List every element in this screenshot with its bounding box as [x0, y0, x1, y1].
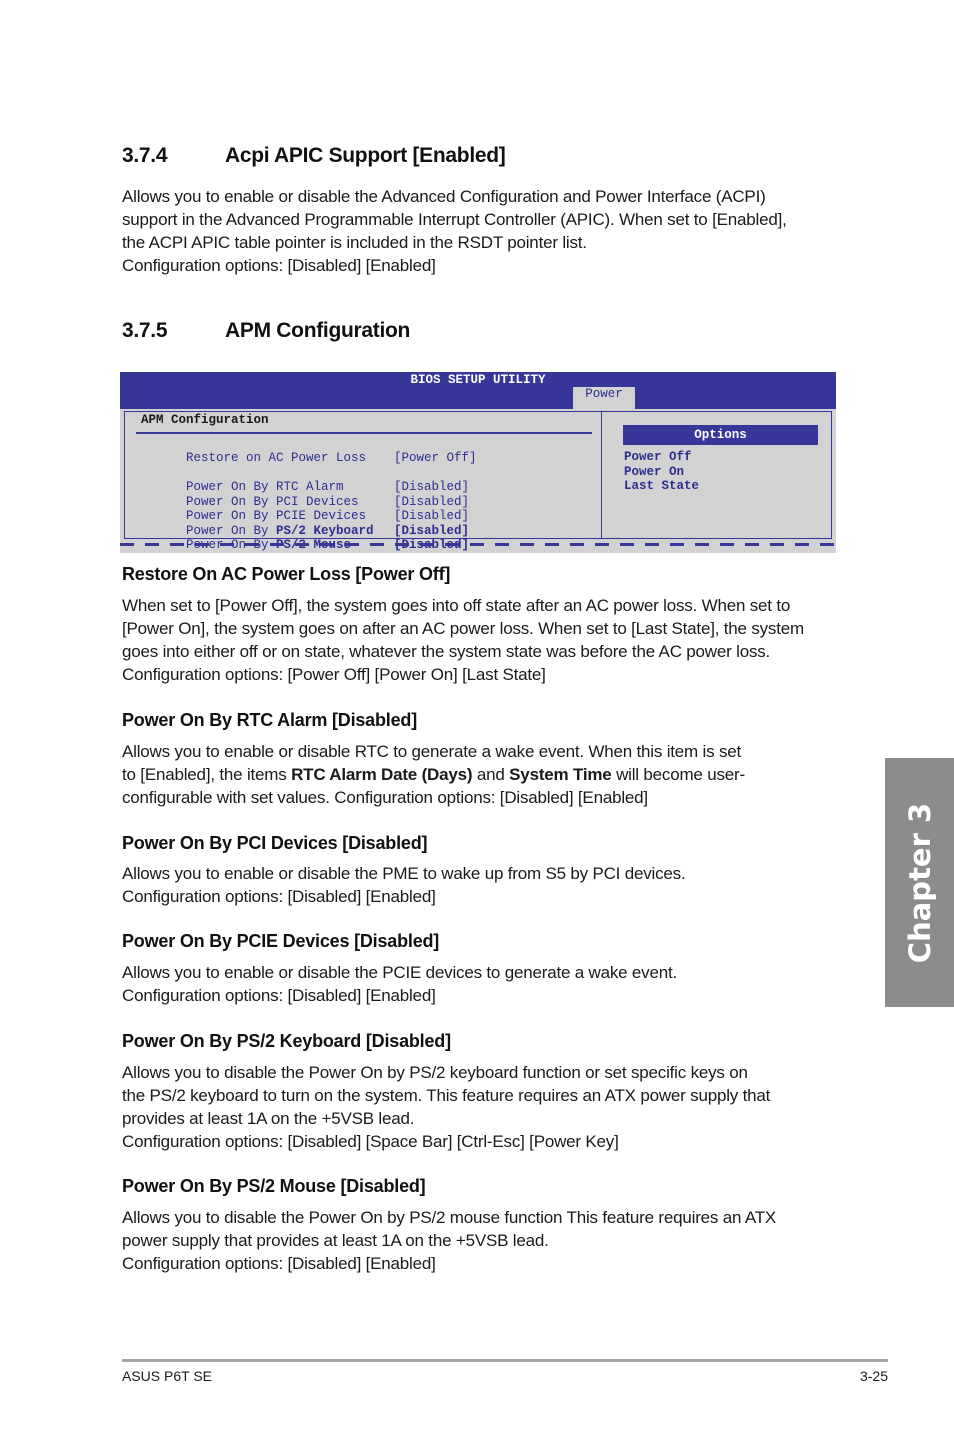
footer-product-name: ASUS P6T SE	[122, 1368, 213, 1384]
paragraph-line: the ACPI APIC table pointer is included …	[122, 233, 587, 252]
bios-dashed-separator	[120, 543, 836, 546]
text-run: will become user-	[611, 765, 745, 784]
subsection-title-pcie-devices: Power On By PCIE Devices [Disabled]	[122, 931, 440, 951]
subsection-paragraph-ps2-mouse: Allows you to disable the Power On by PS…	[122, 1206, 842, 1275]
bios-item-value: [Disabled]	[394, 480, 470, 494]
footer-rule	[122, 1359, 888, 1362]
chapter-side-tab: Chapter 3	[885, 758, 954, 1007]
bold-term-system-time: System Time	[509, 765, 612, 784]
text-run: to [Enabled], the items	[122, 765, 292, 784]
section-number: 3.7.5	[122, 319, 168, 342]
paragraph-line: the PS/2 keyboard to turn on the system.…	[122, 1086, 771, 1105]
subsection-paragraph-pci-devices: Allows you to enable or disable the PME …	[122, 862, 842, 908]
subsection-title-rtc-alarm: Power On By RTC Alarm [Disabled]	[122, 710, 417, 730]
paragraph-line: Configuration options: [Disabled] [Space…	[122, 1132, 619, 1151]
paragraph-line: Configuration options: [Disabled] [Enabl…	[122, 986, 436, 1005]
bios-header: BIOS SETUP UTILITY Power	[120, 372, 836, 409]
bold-term-rtc-alarm-date: RTC Alarm Date (Days)	[291, 765, 473, 784]
paragraph-line: Allows you to enable or disable RTC to g…	[122, 742, 742, 761]
paragraph-line: goes into either off or on state, whatev…	[122, 642, 771, 661]
paragraph-line: Configuration options: [Disabled] [Enabl…	[122, 887, 436, 906]
section-paragraph-acpi: Allows you to enable or disable the Adva…	[122, 185, 842, 277]
bios-section-label: APM Configuration	[141, 413, 269, 427]
subsection-paragraph-restore-ac: When set to [Power Off], the system goes…	[122, 594, 842, 686]
subsection-title-restore-ac: Restore On AC Power Loss [Power Off]	[122, 564, 451, 584]
subsection-paragraph-pcie-devices: Allows you to enable or disable the PCIE…	[122, 961, 842, 1007]
section-title: Acpi APIC Support [Enabled]	[225, 144, 506, 167]
bios-item-value: [Disabled]	[394, 494, 470, 509]
paragraph-line: Allows you to enable or disable the PME …	[122, 864, 686, 883]
paragraph-line: Configuration options: [Disabled] [Enabl…	[122, 1254, 436, 1273]
bios-options-panel: Options Power Off Power On Last State	[601, 411, 832, 539]
paragraph-line: [Power On], the system goes on after an …	[122, 619, 804, 638]
paragraph-line: Allows you to disable the Power On by PS…	[122, 1208, 777, 1227]
paragraph-line: Allows you to enable or disable the PCIE…	[122, 963, 678, 982]
bios-divider	[136, 432, 592, 434]
bios-option-power-on[interactable]: Power On	[624, 465, 684, 479]
bios-option-last-state[interactable]: Last State	[624, 479, 699, 493]
bios-item-value: [Disabled]	[394, 523, 470, 538]
section-number: 3.7.4	[122, 144, 168, 167]
bios-item-label: Restore on AC Power Loss	[186, 451, 367, 465]
subsection-title-ps2-keyboard: Power On By PS/2 Keyboard [Disabled]	[122, 1031, 451, 1051]
section-title: APM Configuration	[225, 319, 411, 342]
bios-item-value: [Disabled]	[394, 509, 470, 523]
paragraph-line: support in the Advanced Programmable Int…	[122, 210, 787, 229]
paragraph-line: power supply that provides at least 1A o…	[122, 1231, 549, 1250]
bios-tab-power[interactable]: Power	[573, 387, 635, 409]
bios-screenshot: BIOS SETUP UTILITY Power APM Configurati…	[120, 372, 836, 553]
chapter-tab-label: Chapter 3	[902, 802, 937, 963]
subsection-title-ps2-mouse: Power On By PS/2 Mouse [Disabled]	[122, 1176, 426, 1196]
subsection-paragraph-ps2-keyboard: Allows you to disable the Power On by PS…	[122, 1061, 842, 1153]
paragraph-line: Allows you to enable or disable the Adva…	[122, 187, 766, 206]
bios-title: BIOS SETUP UTILITY	[410, 373, 546, 387]
bios-options-header: Options	[623, 425, 818, 445]
text-run: and	[472, 765, 510, 784]
paragraph-line: Configuration options: [Power Off] [Powe…	[122, 665, 546, 684]
section-heading-3-7-5: 3.7.5 APM Configuration	[122, 319, 410, 343]
bios-item-value: [Power Off]	[394, 451, 477, 465]
paragraph-line: provides at least 1A on the +5VSB lead.	[122, 1109, 415, 1128]
subsection-title-pci-devices: Power On By PCI Devices [Disabled]	[122, 833, 428, 853]
section-heading-3-7-4: 3.7.4 Acpi APIC Support [Enabled]	[122, 144, 506, 168]
footer-page-number: 3-25	[859, 1368, 888, 1384]
paragraph-line: configurable with set values. Configurat…	[122, 788, 648, 807]
bios-option-power-off[interactable]: Power Off	[624, 450, 692, 464]
paragraph-line: Configuration options: [Disabled] [Enabl…	[122, 256, 436, 275]
paragraph-line: When set to [Power Off], the system goes…	[122, 596, 791, 615]
paragraph-line: to [Enabled], the items RTC Alarm Date (…	[122, 763, 842, 786]
bios-settings-panel: APM Configuration Restore on AC Power Lo…	[124, 411, 601, 552]
subsection-paragraph-rtc-alarm: Allows you to enable or disable RTC to g…	[122, 740, 842, 809]
paragraph-line: Allows you to disable the Power On by PS…	[122, 1063, 748, 1082]
